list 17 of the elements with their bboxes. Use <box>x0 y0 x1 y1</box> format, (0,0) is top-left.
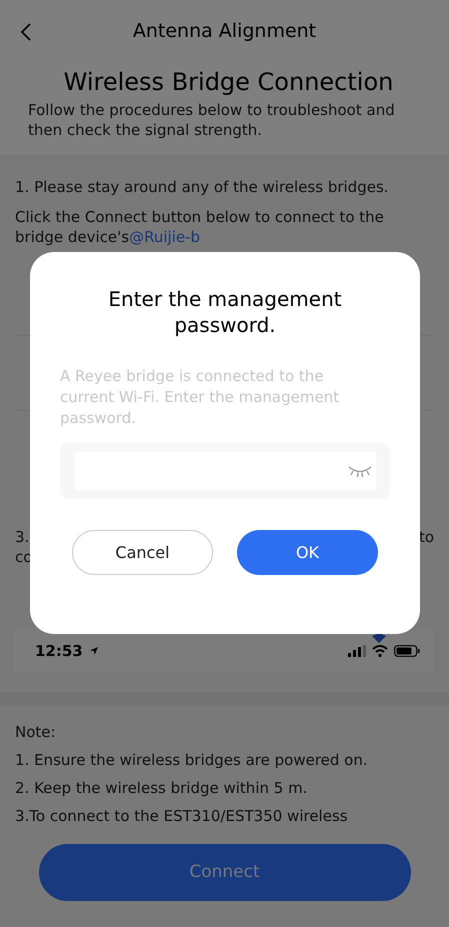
note-title: Note: <box>15 722 57 743</box>
dialog-title: Enter the management password. <box>107 286 343 338</box>
step-text: to <box>418 526 434 547</box>
ok-button[interactable]: OK <box>237 530 378 575</box>
note-text: 3.To connect to the EST310/EST350 wireless <box>15 806 349 827</box>
description: Follow the procedures below to troubleshoot and then check the signal strength. <box>28 100 396 140</box>
device-link[interactable]: @Ruijie-b <box>129 228 200 246</box>
step-text: 3. <box>15 526 30 547</box>
instruction-text: Click the Connect button below to connect to the bridge device's@Ruijie-b <box>15 206 385 247</box>
time-text: 12:53 <box>35 642 83 660</box>
connect-button[interactable]: Connect <box>38 844 410 901</box>
step-text: 1. Please stay around any of the wireless bridges. <box>15 176 390 197</box>
note-text: 1. Ensure the wireless bridges are powered on. <box>15 750 369 771</box>
section-title: Wireless Bridge Connection <box>62 68 394 96</box>
cancel-button[interactable]: Cancel <box>72 530 213 575</box>
note-text: 2. Keep the wireless bridge within 5 m. <box>15 778 308 799</box>
page-title: Antenna Alignment <box>132 20 316 42</box>
